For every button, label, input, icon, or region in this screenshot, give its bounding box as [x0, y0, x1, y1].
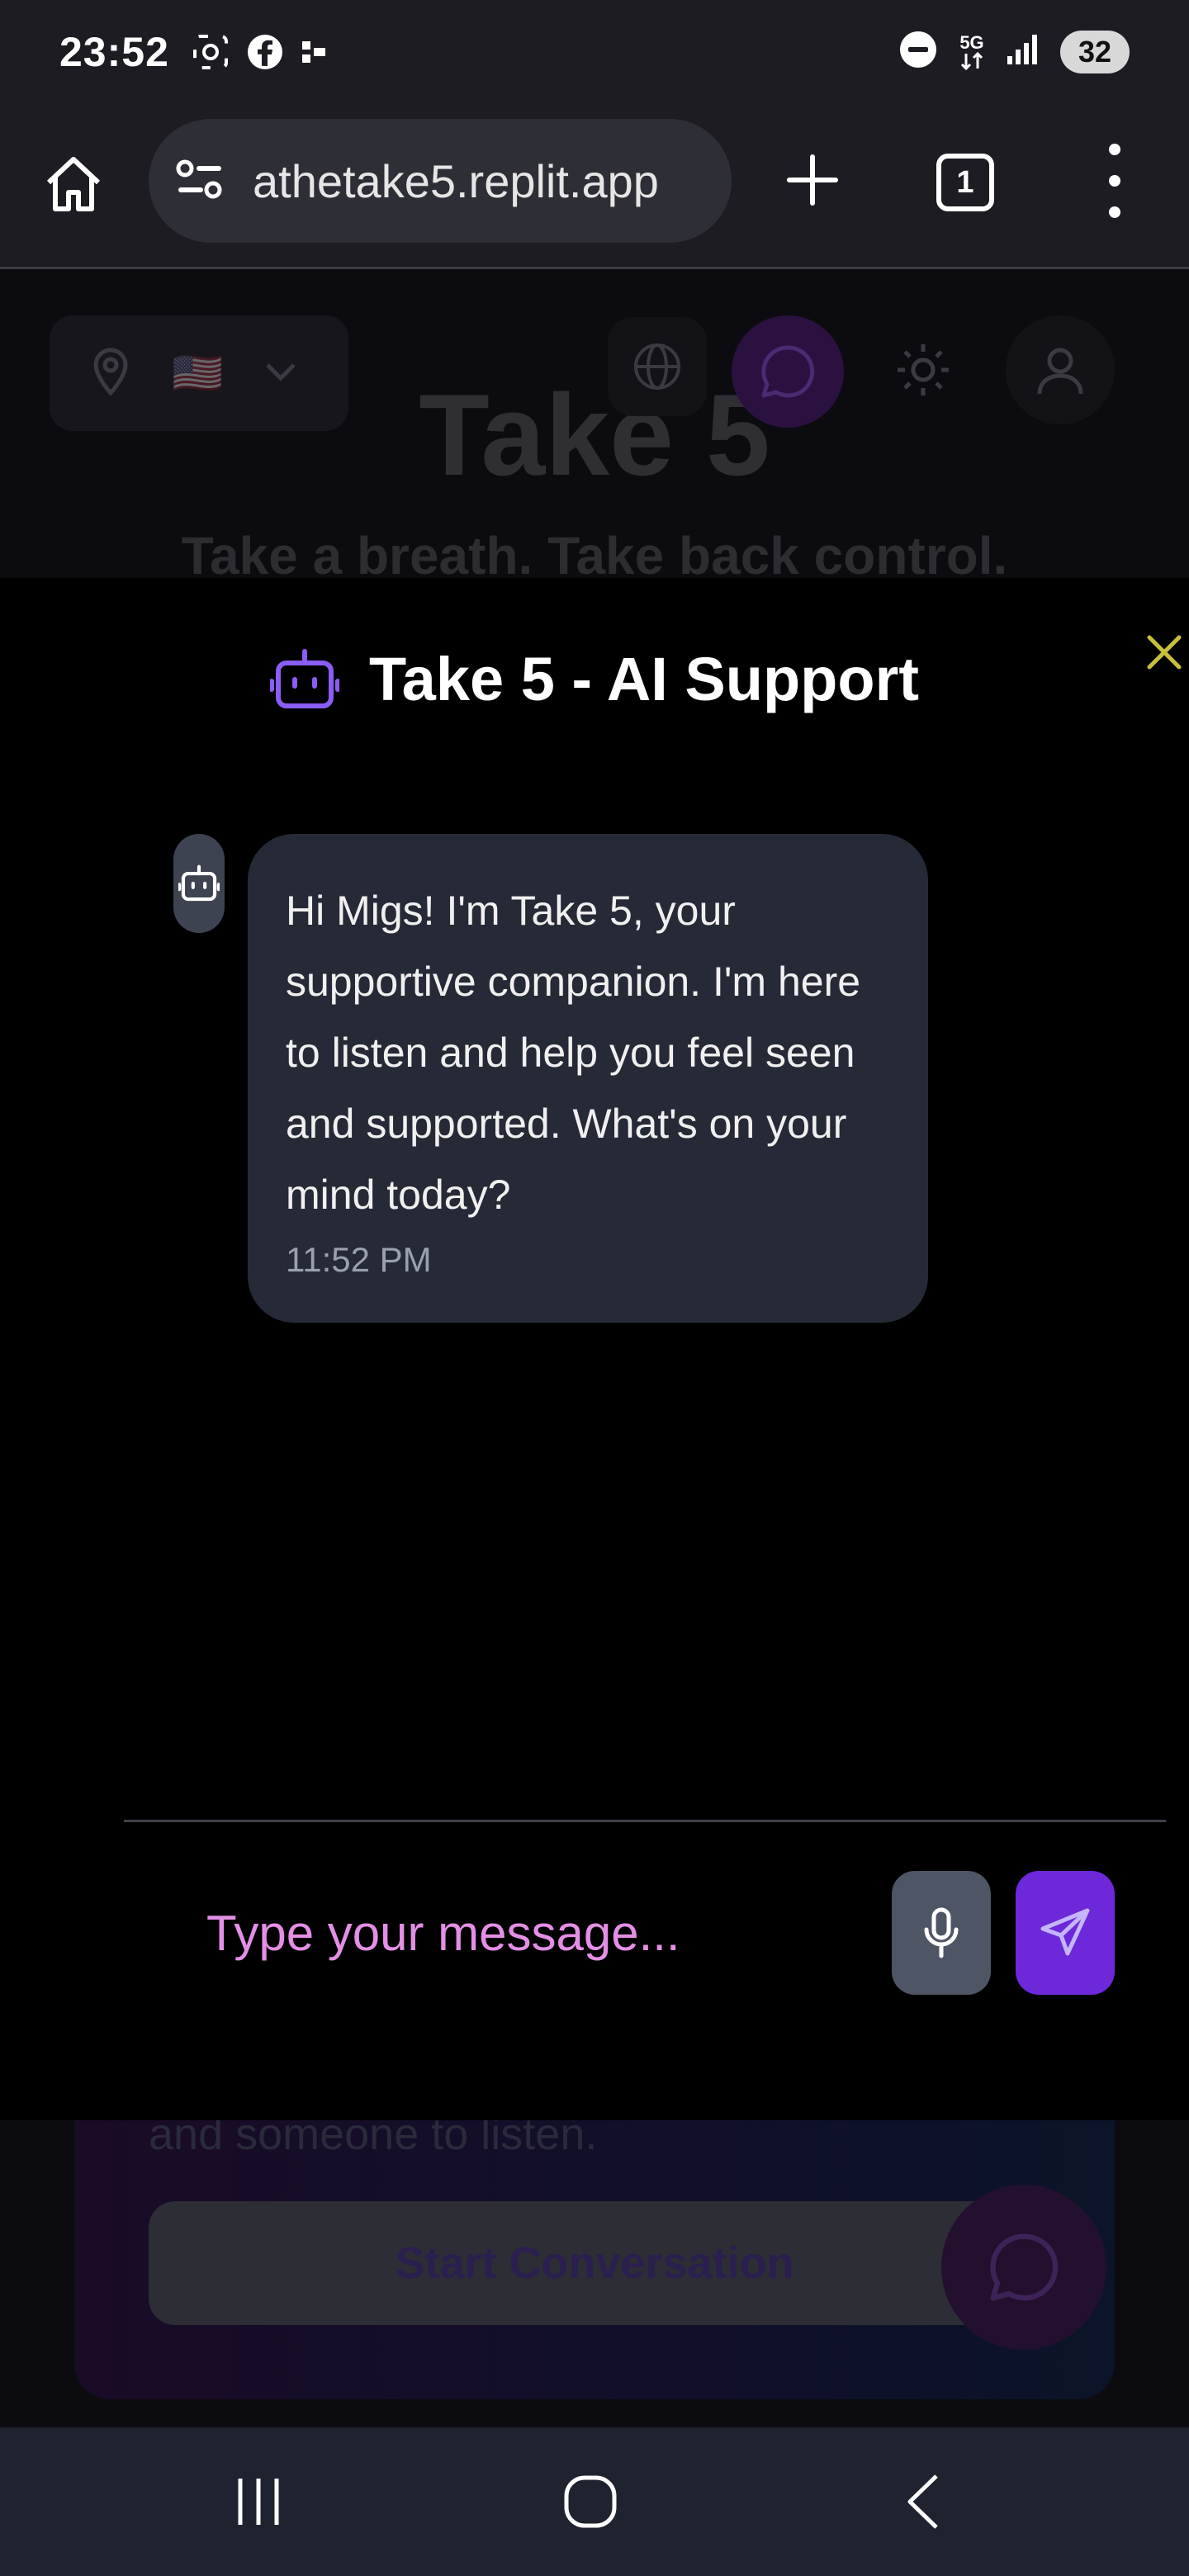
new-tab-button[interactable] [779, 147, 846, 213]
do-not-disturb-icon [898, 30, 938, 73]
status-bar: 23:52 5G 32 [0, 0, 1189, 107]
status-icons-right: 5G 32 [898, 30, 1130, 73]
menu-dot [1109, 175, 1120, 187]
conversation-card: and someone to listen. Start Conversatio… [74, 2110, 1115, 2399]
home-icon [46, 157, 101, 211]
start-conversation-button: Start Conversation [149, 2201, 1040, 2325]
url-bar[interactable]: athetake5.replit.app [149, 119, 732, 243]
url-text: athetake5.replit.app [253, 154, 659, 207]
send-icon [1040, 1908, 1090, 1956]
home-button[interactable] [38, 149, 109, 220]
message-text: Hi Migs! I'm Take 5, your supportive com… [286, 888, 861, 1218]
plus-icon [787, 154, 838, 206]
back-button[interactable] [887, 2469, 961, 2535]
recent-apps-button[interactable] [221, 2469, 296, 2535]
avatar [173, 834, 225, 933]
message-composer [124, 1871, 1166, 1995]
status-time: 23:52 [59, 29, 169, 75]
divider [124, 1820, 1166, 1822]
message-timestamp: 11:52 PM [286, 1240, 432, 1279]
screenshot-icon [192, 33, 230, 75]
menu-dot [1109, 144, 1120, 155]
site-settings-icon[interactable] [175, 159, 225, 204]
chat-title: Take 5 - AI Support [368, 645, 920, 713]
chat-fab [941, 2185, 1106, 2350]
browser-toolbar: athetake5.replit.app 1 [0, 107, 1189, 269]
theme-toggle-button [869, 315, 978, 424]
message-input[interactable] [206, 1896, 933, 1970]
recent-apps-icon [238, 2479, 279, 2525]
chat-header: Take 5 - AI Support [0, 644, 1189, 714]
voice-input-button[interactable] [892, 1871, 991, 1995]
system-navigation-bar [0, 2427, 1189, 2576]
back-icon [907, 2474, 938, 2529]
battery-icon: 32 [1060, 30, 1130, 73]
chat-toggle-button [732, 315, 844, 428]
microphone-icon [924, 1907, 959, 1958]
home-nav-button[interactable] [553, 2469, 628, 2535]
bot-message: Hi Migs! I'm Take 5, your supportive com… [248, 834, 928, 1323]
facebook-icon [246, 33, 284, 75]
menu-dot [1109, 206, 1120, 218]
sun-icon [898, 344, 949, 395]
language-button [608, 317, 707, 416]
page-tagline: Take a breath. Take back control. [181, 526, 1008, 585]
chat-dialog: Take 5 - AI Support Hi Migs! I'm Take 5,… [0, 578, 1189, 2120]
network-5g-icon: 5G [959, 33, 984, 70]
signal-icon [1006, 33, 1039, 70]
chat-bubble-icon [761, 345, 815, 398]
browser-menu-button[interactable] [1098, 144, 1131, 218]
bot-icon [269, 648, 339, 708]
chat-bubble-icon [990, 2233, 1059, 2301]
bot-icon [178, 864, 220, 902]
profile-button [1006, 315, 1115, 424]
globe-icon [634, 343, 680, 390]
notification-icon [301, 38, 329, 70]
home-nav-icon [564, 2475, 617, 2528]
send-button[interactable] [1016, 1871, 1115, 1995]
tab-switcher-button[interactable]: 1 [936, 154, 994, 211]
user-icon [1037, 348, 1083, 395]
status-icons-left [192, 33, 329, 75]
